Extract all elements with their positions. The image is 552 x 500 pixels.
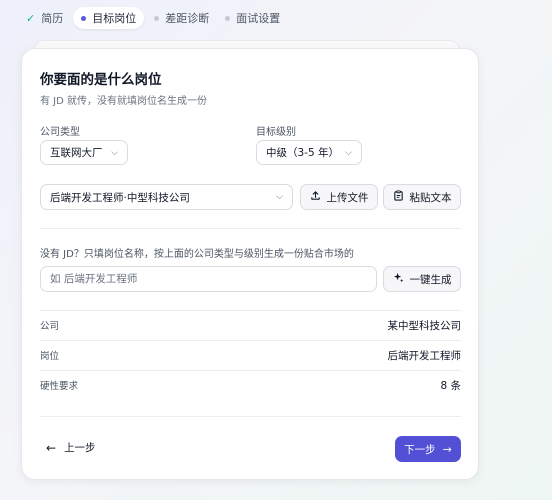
company-type-value: 互联网大厂: [50, 147, 103, 159]
clipboard-icon: [393, 190, 404, 204]
summary-row-company: 公司 某中型科技公司: [40, 310, 461, 340]
step-label: 简历: [41, 12, 64, 25]
previous-step-label: 上一步: [64, 442, 96, 454]
chevron-down-icon: ⌵: [276, 192, 283, 202]
summary-key: 硬性要求: [40, 381, 79, 392]
step-nav: ✓ 简历 目标岗位 差距诊断 面试设置: [20, 6, 290, 30]
upload-file-button[interactable]: 上传文件: [300, 184, 378, 210]
jd-select[interactable]: 后端开发工程师·中型科技公司 ⌵: [40, 184, 293, 210]
jd-select-value: 后端开发工程师·中型科技公司: [50, 191, 190, 204]
arrow-right-icon: →: [442, 442, 452, 456]
previous-step-button[interactable]: ← 上一步: [46, 440, 96, 455]
card-subtitle: 有 JD 就传，没有就填岗位名生成一份: [40, 96, 208, 107]
position-name-input[interactable]: [40, 266, 377, 292]
paste-text-button[interactable]: 粘贴文本: [383, 184, 461, 210]
next-step-label: 下一步: [404, 443, 436, 456]
arrow-left-icon: ←: [46, 440, 57, 455]
target-position-card: 你要面的是什么岗位 有 JD 就传，没有就填岗位名生成一份 公司类型 互联网大厂…: [21, 48, 479, 480]
summary-row-requirements: 硬性要求 8 条: [40, 370, 461, 400]
step-interview-settings[interactable]: 面试设置: [219, 7, 286, 29]
upload-file-label: 上传文件: [326, 191, 369, 204]
card-title: 你要面的是什么岗位: [40, 72, 162, 88]
step-target-position[interactable]: 目标岗位: [73, 7, 145, 29]
step-gap-diagnosis[interactable]: 差距诊断: [148, 7, 215, 29]
divider: [40, 416, 461, 417]
target-level-label: 目标级别: [256, 127, 296, 138]
summary-value: 8 条: [440, 379, 461, 392]
target-level-value: 中级（3-5 年）: [266, 147, 339, 159]
summary-value: 后端开发工程师: [387, 349, 462, 362]
next-step-button[interactable]: 下一步 →: [395, 436, 461, 462]
divider: [40, 228, 461, 229]
summary-row-position: 岗位 后端开发工程师: [40, 340, 461, 370]
summary-key: 岗位: [40, 351, 60, 362]
upload-icon: [310, 190, 321, 204]
paste-text-label: 粘贴文本: [409, 191, 452, 204]
target-level-select[interactable]: 中级（3-5 年） ⌵: [256, 140, 362, 165]
one-click-generate-label: 一键生成: [409, 273, 452, 286]
one-click-generate-button[interactable]: 一键生成: [383, 266, 461, 292]
chevron-down-icon: ⌵: [111, 147, 118, 158]
chevron-down-icon: ⌵: [345, 147, 352, 158]
generate-hint: 没有 JD？只填岗位名称，按上面的公司类型与级别生成一份贴合市场的: [40, 249, 354, 260]
dot-icon: [81, 15, 87, 21]
dot-icon: [154, 15, 160, 21]
sparkle-icon: [393, 272, 404, 286]
step-resume[interactable]: ✓ 简历: [20, 7, 69, 29]
step-label: 面试设置: [236, 12, 281, 25]
summary-value: 某中型科技公司: [387, 319, 462, 332]
dot-icon: [225, 15, 231, 21]
step-label: 目标岗位: [92, 12, 137, 25]
company-type-label: 公司类型: [40, 127, 80, 138]
company-type-select[interactable]: 互联网大厂 ⌵: [40, 140, 128, 165]
summary-key: 公司: [40, 321, 60, 332]
check-icon: ✓: [26, 11, 36, 25]
step-label: 差距诊断: [165, 12, 210, 25]
